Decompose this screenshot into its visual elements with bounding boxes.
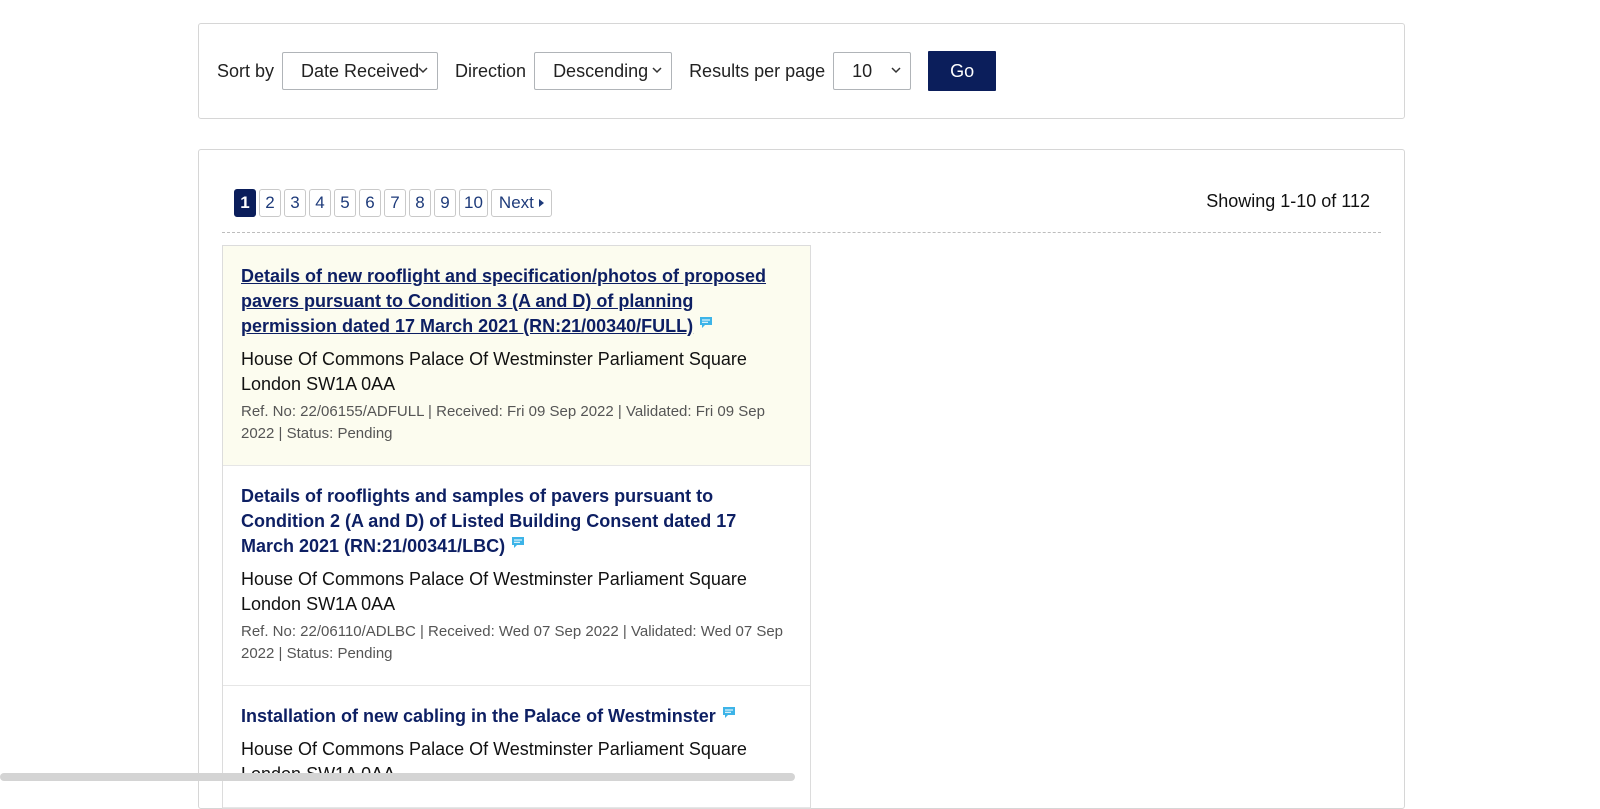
results-count: Showing 1-10 of 112 xyxy=(1206,191,1370,211)
result-title-link[interactable]: Installation of new cabling in the Palac… xyxy=(241,704,792,729)
next-page-button[interactable]: Next xyxy=(490,189,552,217)
page-link-9[interactable]: 9 xyxy=(434,189,456,217)
page-link-10[interactable]: 10 xyxy=(459,189,488,217)
result-title: Details of rooflights and samples of pav… xyxy=(241,486,737,556)
triangle-right-icon xyxy=(538,199,544,207)
result-address: House Of Commons Palace Of Westminster P… xyxy=(241,349,747,394)
horizontal-scrollbar[interactable] xyxy=(0,773,795,781)
sort-by-value: Date Received xyxy=(301,60,420,81)
results-per-page-select[interactable]: 10 xyxy=(833,52,912,90)
results-per-page-value: 10 xyxy=(852,60,873,81)
pagination: 1 2 3 4 5 6 7 8 9 10 Next xyxy=(234,189,552,217)
comment-icon xyxy=(512,537,525,548)
list-item: Details of rooflights and samples of pav… xyxy=(223,466,810,686)
sort-by-label: Sort by xyxy=(217,60,275,81)
list-item: Installation of new cabling in the Palac… xyxy=(223,686,810,808)
page-link-8[interactable]: 8 xyxy=(409,189,431,217)
comment-icon xyxy=(700,317,713,328)
direction-label: Direction xyxy=(455,60,527,81)
page-link-3[interactable]: 3 xyxy=(284,189,306,217)
page-link-5[interactable]: 5 xyxy=(334,189,356,217)
results-per-page-label: Results per page xyxy=(689,60,826,81)
sort-by-select[interactable]: Date Received xyxy=(282,52,439,90)
sort-panel: Sort by Date Received Direction Descendi… xyxy=(198,23,1405,119)
page-link-2[interactable]: 2 xyxy=(259,189,281,217)
go-button[interactable]: Go xyxy=(928,51,997,91)
page-link-6[interactable]: 6 xyxy=(359,189,381,217)
page-link-7[interactable]: 7 xyxy=(384,189,406,217)
result-title-link[interactable]: Details of new rooflight and specificati… xyxy=(241,264,792,339)
result-title-link[interactable]: Details of rooflights and samples of pav… xyxy=(241,484,792,559)
chevron-down-icon xyxy=(418,67,428,74)
result-address: House Of Commons Palace Of Westminster P… xyxy=(241,569,747,614)
list-item: Details of new rooflight and specificati… xyxy=(223,246,810,466)
chevron-down-icon xyxy=(652,67,662,74)
page-link-1[interactable]: 1 xyxy=(234,189,256,217)
result-title: Details of new rooflight and specificati… xyxy=(241,266,767,336)
result-meta: Ref. No: 22/06110/ADLBC | Received: Wed … xyxy=(241,623,784,662)
divider xyxy=(222,232,1381,233)
chevron-down-icon xyxy=(891,67,901,74)
next-page-label: Next xyxy=(498,193,534,212)
result-meta: Ref. No: 22/06155/ADFULL | Received: Fri… xyxy=(241,403,765,442)
result-title: Installation of new cabling in the Palac… xyxy=(241,706,716,726)
direction-value: Descending xyxy=(553,60,649,81)
results-list: Details of new rooflight and specificati… xyxy=(222,245,811,809)
direction-select[interactable]: Descending xyxy=(534,52,673,90)
page-link-4[interactable]: 4 xyxy=(309,189,331,217)
sort-controls: Sort by Date Received Direction Descendi… xyxy=(217,51,997,91)
results-panel: 1 2 3 4 5 6 7 8 9 10 Next Showing 1-10 o… xyxy=(198,149,1405,809)
comment-icon xyxy=(722,707,735,718)
